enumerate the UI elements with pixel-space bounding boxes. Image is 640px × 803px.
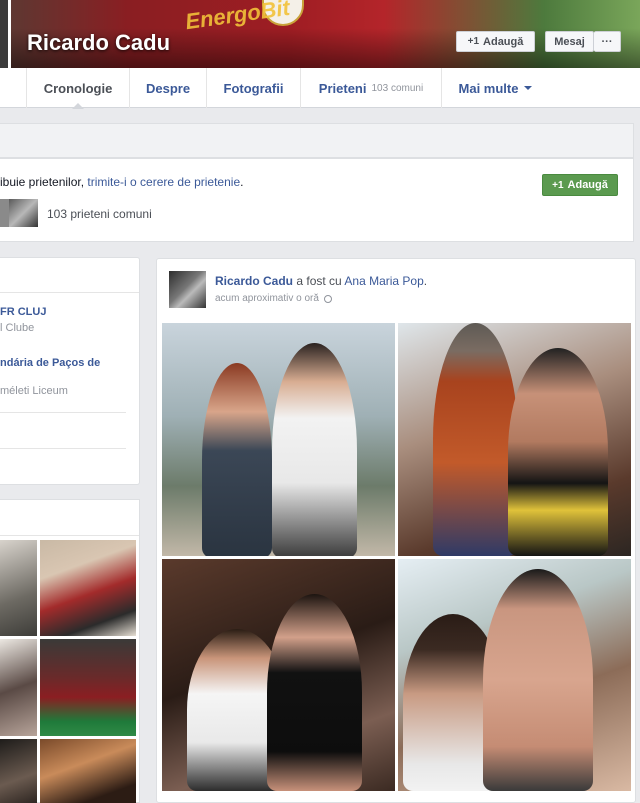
post-photo-4[interactable] bbox=[398, 559, 631, 791]
chevron-down-icon bbox=[524, 86, 533, 90]
photo-thumb[interactable] bbox=[40, 540, 136, 636]
add-friend-icon: +1 bbox=[552, 179, 564, 191]
tab-friends-label: Prieteni bbox=[318, 80, 367, 96]
post-timestamp[interactable]: acum aproximativ o oră bbox=[215, 293, 319, 304]
photo-person bbox=[508, 348, 608, 556]
about-item-work-title[interactable]: FR CLUJ bbox=[0, 306, 46, 318]
photo-thumb[interactable] bbox=[40, 739, 136, 803]
post-author-avatar[interactable] bbox=[169, 271, 206, 308]
about-item-work-sub: l Clube bbox=[0, 322, 35, 334]
profile-nav: Cronologie Despre Fotografii Prieteni 10… bbox=[0, 68, 640, 109]
send-friend-request-link[interactable]: trimite-i o cerere de prietenie bbox=[87, 175, 240, 189]
grey-bar bbox=[0, 123, 634, 158]
post-tagged-person[interactable]: Ana Maria Pop bbox=[344, 274, 423, 288]
photo-person bbox=[433, 323, 518, 556]
add-friend-green-label: Adaugă bbox=[567, 179, 608, 191]
photo-thumb[interactable] bbox=[0, 540, 37, 636]
tab-photos-label: Fotografii bbox=[223, 80, 284, 96]
add-friend-label: Adaugă bbox=[483, 35, 524, 48]
about-item-education-sub: méleti Liceum bbox=[0, 385, 68, 397]
more-options-button[interactable]: ··· bbox=[594, 31, 621, 52]
intro-card: FR CLUJ l Clube ndária de Paços de mélet… bbox=[0, 257, 140, 485]
tab-friends[interactable]: Prieteni 103 comuni bbox=[301, 68, 442, 108]
tab-timeline[interactable]: Cronologie bbox=[27, 68, 130, 109]
tab-about[interactable]: Despre bbox=[130, 68, 207, 108]
about-divider bbox=[0, 448, 126, 449]
profile-name[interactable]: Ricardo Cadu bbox=[27, 30, 170, 56]
post-photo-1[interactable] bbox=[162, 323, 395, 556]
photo-thumb[interactable] bbox=[40, 639, 136, 736]
add-friend-button[interactable]: +1 Adaugă bbox=[456, 31, 535, 52]
about-item-work: FR CLUJ l Clube bbox=[0, 306, 46, 334]
globe-icon[interactable] bbox=[323, 294, 332, 303]
friend-request-box: ribuie prietenilor, trimite-i o cerere d… bbox=[0, 158, 634, 242]
photo-thumb[interactable] bbox=[0, 639, 37, 736]
photos-card bbox=[0, 499, 140, 803]
add-friend-green-button[interactable]: +1 Adaugă bbox=[542, 174, 618, 196]
friend-request-suffix: . bbox=[240, 175, 244, 189]
mutual-friends-thumbnails[interactable] bbox=[0, 199, 38, 227]
mutual-friend-thumb[interactable] bbox=[0, 199, 9, 227]
tab-more[interactable]: Mai multe bbox=[442, 68, 549, 108]
mutual-friends-count[interactable]: 103 prieteni comuni bbox=[47, 207, 152, 221]
photo-person bbox=[267, 594, 362, 791]
post-header: Ricardo Cadu a fost cu Ana Maria Pop. bbox=[215, 274, 427, 288]
photos-card-header bbox=[0, 500, 139, 536]
post-with-text: a fost cu bbox=[296, 274, 342, 288]
about-item-education-title[interactable]: ndária de Paços de bbox=[0, 357, 100, 369]
more-options-icon: ··· bbox=[601, 35, 613, 48]
post-photo-2[interactable] bbox=[398, 323, 631, 556]
mutual-friend-thumb[interactable] bbox=[9, 199, 38, 227]
tab-friends-mutual-count: 103 comuni bbox=[371, 82, 424, 94]
photo-thumb[interactable] bbox=[0, 739, 37, 803]
post-author-name[interactable]: Ricardo Cadu bbox=[215, 274, 293, 288]
message-label: Mesaj bbox=[554, 35, 585, 48]
tab-photos[interactable]: Fotografii bbox=[207, 68, 301, 108]
about-item-education: ndária de Paços de méleti Liceum bbox=[0, 357, 100, 397]
post-meta: acum aproximativ o oră bbox=[215, 293, 332, 304]
photo-person bbox=[483, 569, 593, 791]
friend-request-text: ribuie prietenilor, trimite-i o cerere d… bbox=[0, 175, 243, 189]
tab-about-label: Despre bbox=[145, 80, 191, 96]
friend-request-prefix: ribuie prietenilor, bbox=[0, 175, 88, 189]
nav-left-edge bbox=[0, 68, 27, 108]
tab-more-label: Mai multe bbox=[458, 80, 519, 96]
about-divider bbox=[0, 412, 126, 413]
intro-card-header bbox=[0, 258, 139, 293]
tab-timeline-label: Cronologie bbox=[43, 80, 113, 96]
post-photo-3[interactable] bbox=[162, 559, 395, 791]
post-header-end: . bbox=[423, 274, 428, 288]
message-button[interactable]: Mesaj bbox=[545, 31, 594, 52]
photo-person bbox=[202, 363, 272, 556]
add-friend-icon: +1 bbox=[467, 36, 480, 47]
photo-person bbox=[272, 343, 357, 556]
timeline-post: Ricardo Cadu a fost cu Ana Maria Pop. ac… bbox=[156, 258, 636, 803]
